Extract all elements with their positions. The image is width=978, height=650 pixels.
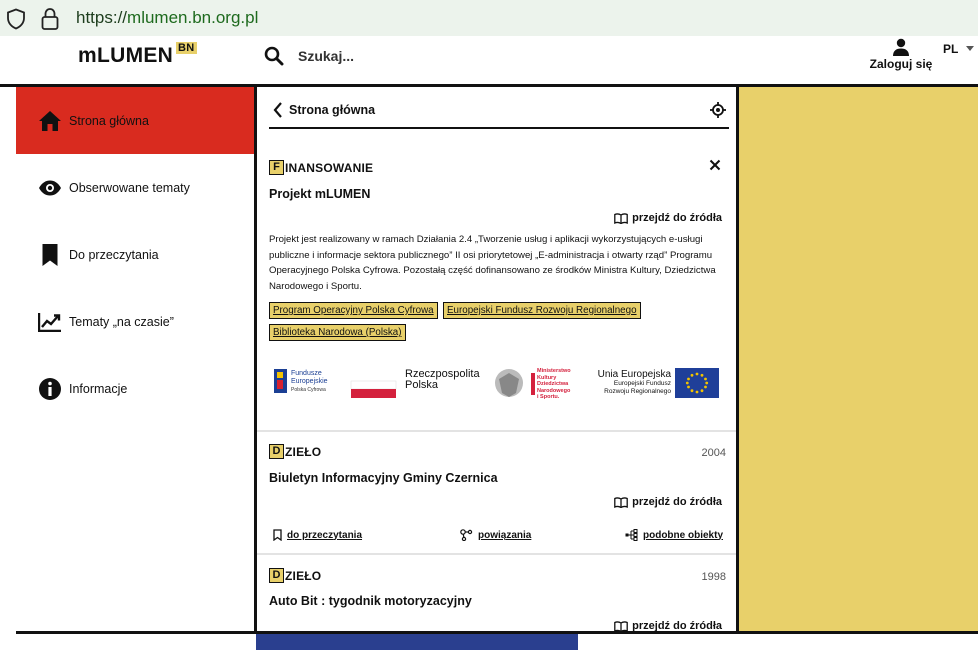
sidebar-item-trending[interactable]: Tematy „na czasie” bbox=[16, 288, 254, 355]
book-open-icon bbox=[614, 496, 629, 508]
work-year: 1998 bbox=[701, 571, 726, 583]
card-description: Projekt jest realizowany w ramach Działa… bbox=[269, 234, 716, 292]
source-link-label: przejdź do źródła bbox=[632, 496, 722, 508]
chevron-down-icon[interactable] bbox=[966, 46, 974, 51]
sidebar-item-label: Tematy „na czasie” bbox=[69, 314, 174, 329]
sidebar-item-label: Do przeczytania bbox=[69, 247, 159, 262]
info-icon bbox=[39, 377, 61, 400]
relations-icon bbox=[460, 529, 473, 541]
ue-line1: Unia Europejska bbox=[597, 369, 671, 380]
mk-line2: Kultury bbox=[537, 374, 557, 381]
home-icon bbox=[39, 110, 61, 131]
card-title[interactable]: Auto Bit : tygodnik motoryzacyjny bbox=[269, 594, 472, 608]
chevron-left-icon[interactable] bbox=[273, 102, 283, 118]
language-selector[interactable]: PL bbox=[943, 42, 958, 56]
book-open-icon bbox=[614, 212, 629, 224]
fe-line1: Fundusze bbox=[291, 370, 322, 377]
search-icon[interactable] bbox=[264, 46, 284, 66]
trending-icon bbox=[38, 312, 61, 332]
breadcrumb-label[interactable]: Strona główna bbox=[289, 103, 375, 117]
rp-line2: Polska bbox=[405, 379, 439, 391]
type-letter: D bbox=[269, 444, 284, 459]
bookmark-icon bbox=[42, 243, 58, 266]
url-scheme: https:// bbox=[76, 8, 128, 27]
tag-efrr[interactable]: Europejski Fundusz Rozwoju Regionalnego bbox=[443, 302, 641, 319]
go-to-source-link[interactable]: przejdź do źródła bbox=[614, 620, 722, 631]
funding-logos: Fundusze Europejskie Polska Cyfrowa Rzec… bbox=[269, 365, 724, 405]
type-label: ZIEŁO bbox=[285, 444, 322, 459]
sidebar-item-label: Strona główna bbox=[69, 113, 149, 128]
similar-objects-button[interactable]: podobne obiekty bbox=[625, 529, 723, 541]
breadcrumb: Strona główna bbox=[269, 87, 729, 129]
card-title[interactable]: Projekt mLUMEN bbox=[269, 187, 370, 201]
fe-line2: Europejskie bbox=[291, 378, 328, 385]
shield-icon bbox=[7, 8, 25, 30]
card-title[interactable]: Biuletyn Informacyjny Gminy Czernica bbox=[269, 471, 498, 485]
type-label: ZIEŁO bbox=[285, 568, 322, 583]
tag-list: Program Operacyjny Polska Cyfrowa Europe… bbox=[269, 302, 724, 347]
sidebar-item-label: Informacje bbox=[69, 381, 128, 396]
mk-line5: i Sportu. bbox=[537, 394, 560, 401]
main-content[interactable]: Strona główna F INANSOWANIE Projekt mLUM… bbox=[257, 87, 736, 631]
search-input[interactable] bbox=[298, 45, 548, 67]
tag-biblioteka-narodowa[interactable]: Biblioteka Narodowa (Polska) bbox=[269, 324, 406, 341]
type-letter: D bbox=[269, 568, 284, 583]
type-label: INANSOWANIE bbox=[285, 160, 374, 175]
mk-line4: Narodowego bbox=[537, 387, 571, 394]
funding-card: F INANSOWANIE Projekt mLUMEN przejdź do … bbox=[257, 139, 736, 429]
eye-icon bbox=[39, 180, 61, 195]
user-icon bbox=[893, 38, 909, 56]
sidebar: Strona główna Obserwowane tematy Do prze… bbox=[16, 87, 254, 632]
site-logo[interactable]: mLUMEN BN bbox=[78, 42, 197, 68]
login-label: Zaloguj się bbox=[869, 57, 933, 71]
add-to-read-button[interactable]: do przeczytania bbox=[273, 529, 362, 541]
hierarchy-icon bbox=[625, 529, 638, 541]
action-label: do przeczytania bbox=[287, 529, 363, 541]
source-link-label: przejdź do źródła bbox=[632, 212, 722, 224]
work-card: D ZIEŁO 1998 Auto Bit : tygodnik motoryz… bbox=[257, 555, 736, 631]
work-year: 2004 bbox=[701, 447, 726, 459]
login-button[interactable]: Zaloguj się bbox=[868, 38, 934, 71]
url-text[interactable]: https://mlumen.bn.org.pl bbox=[76, 8, 258, 28]
tag-program-operacyjny[interactable]: Program Operacyjny Polska Cyfrowa bbox=[269, 302, 438, 319]
rp-logo-text: Rzeczpospolita Polska bbox=[405, 369, 480, 391]
action-label: podobne obiekty bbox=[643, 529, 723, 541]
mk-line3: Dziedzictwa bbox=[537, 381, 569, 388]
locate-icon[interactable] bbox=[710, 102, 726, 118]
decorative-yellow-panel bbox=[739, 87, 978, 632]
sidebar-item-watched-topics[interactable]: Obserwowane tematy bbox=[16, 154, 254, 221]
go-to-source-link[interactable]: przejdź do źródła bbox=[614, 212, 722, 224]
work-card: D ZIEŁO 2004 Biuletyn Informacyjny Gminy… bbox=[257, 432, 736, 552]
fe-line3: Polska Cyfrowa bbox=[291, 387, 326, 393]
close-icon[interactable] bbox=[709, 159, 721, 171]
relations-button[interactable]: powiązania bbox=[460, 529, 531, 541]
browser-url-bar[interactable]: https://mlumen.bn.org.pl bbox=[0, 0, 978, 36]
ue-line2: Europejski Fundusz bbox=[613, 380, 671, 387]
sidebar-item-info[interactable]: Informacje bbox=[16, 355, 254, 422]
fe-logo-text: Fundusze Europejskie Polska Cyfrowa bbox=[291, 370, 328, 394]
ue-line3: Rozwoju Regionalnego bbox=[604, 388, 671, 395]
mk-logo-text: Ministerstwo Kultury Dziedzictwa Narodow… bbox=[537, 368, 571, 401]
sidebar-item-home[interactable]: Strona główna bbox=[16, 87, 254, 154]
url-host: mlumen.bn.org.pl bbox=[127, 8, 259, 27]
source-link-label: przejdź do źródła bbox=[632, 620, 722, 631]
mk-line1: Ministerstwo bbox=[537, 368, 571, 374]
logo-badge: BN bbox=[176, 42, 197, 54]
sidebar-item-to-read[interactable]: Do przeczytania bbox=[16, 221, 254, 288]
ue-logo-text: Unia Europejska Europejski Fundusz Rozwo… bbox=[587, 369, 671, 396]
lock-icon bbox=[41, 8, 59, 30]
type-badge: D ZIEŁO bbox=[269, 444, 321, 459]
action-label: powiązania bbox=[478, 529, 532, 541]
type-badge: D ZIEŁO bbox=[269, 568, 321, 583]
type-badge: F INANSOWANIE bbox=[269, 160, 373, 175]
book-open-icon bbox=[614, 620, 629, 631]
logo-text: mLUMEN bbox=[78, 44, 174, 67]
go-to-source-link[interactable]: przejdź do źródła bbox=[614, 496, 722, 508]
bookmark-outline-icon bbox=[273, 529, 282, 541]
sidebar-item-label: Obserwowane tematy bbox=[69, 180, 190, 195]
decorative-blue-block bbox=[256, 634, 578, 650]
type-letter: F bbox=[269, 160, 284, 175]
site-header: mLUMEN BN Zaloguj się PL bbox=[0, 36, 978, 86]
